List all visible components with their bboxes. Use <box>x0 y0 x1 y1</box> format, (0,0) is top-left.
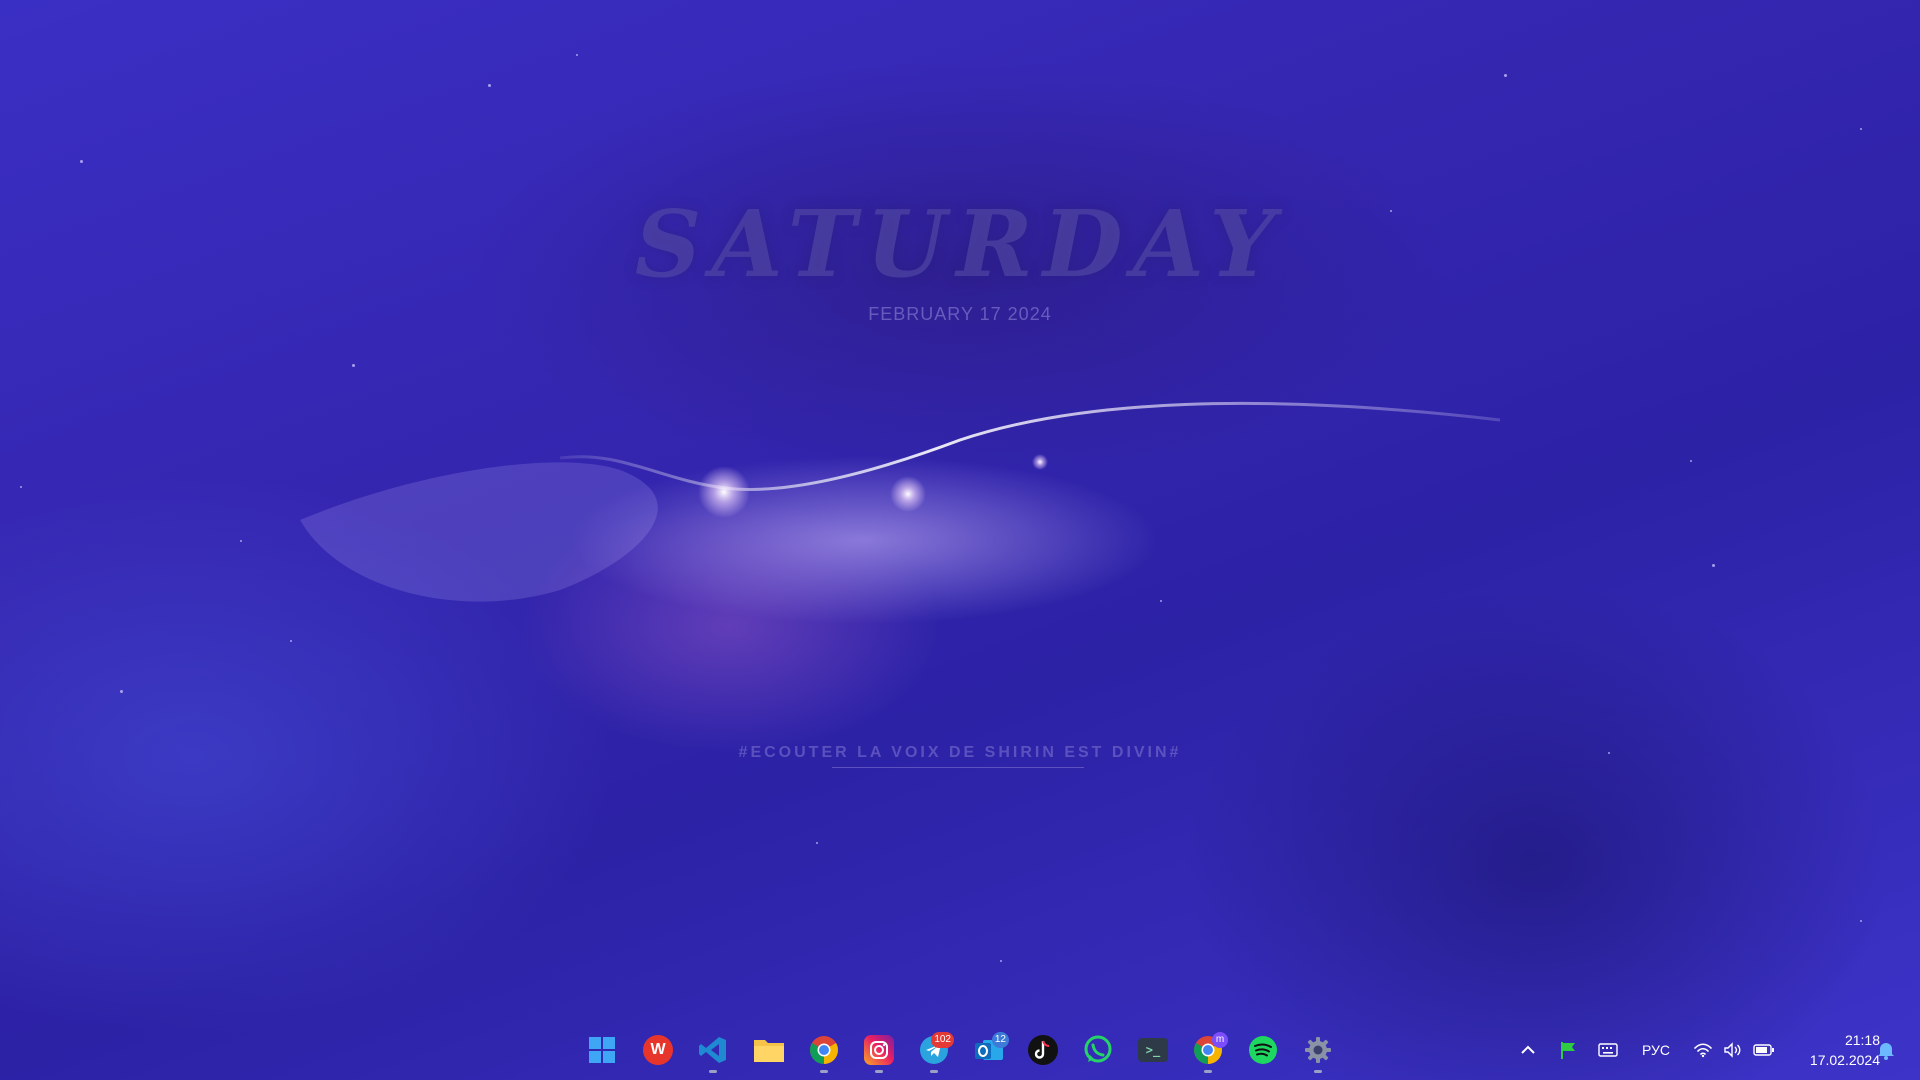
tray-overflow-button[interactable] <box>1516 1030 1540 1070</box>
widget-day-of-week: SATURDAY <box>634 190 1286 298</box>
widget-quote: #ECOUTER LA VOIX DE SHIRIN EST DIVIN# <box>738 744 1182 761</box>
windows-start-icon <box>589 1037 615 1063</box>
wps-office-icon: W <box>643 1035 673 1065</box>
taskbar-app-instagram[interactable] <box>859 1030 899 1073</box>
language-indicator: РУС <box>1641 1042 1671 1058</box>
taskbar-app-telegram[interactable]: 102 <box>914 1030 954 1073</box>
flag-icon <box>1561 1042 1575 1059</box>
tray-keyboard[interactable] <box>1594 1030 1622 1070</box>
vscode-icon <box>699 1037 726 1063</box>
tray-clock[interactable]: 21:18 17.02.2024 <box>1770 1030 1880 1070</box>
bell-icon <box>1878 1043 1894 1060</box>
taskbar-app-vscode[interactable] <box>693 1030 733 1073</box>
taskbar-app-settings[interactable] <box>1298 1030 1338 1073</box>
tiktok-icon <box>1028 1035 1058 1065</box>
taskbar-app-outlook[interactable]: 12 <box>969 1030 1009 1070</box>
taskbar-app-terminal[interactable]: >_ <box>1133 1030 1173 1070</box>
tray-flag-app[interactable] <box>1554 1030 1582 1070</box>
chevron-up-icon <box>1521 1045 1535 1054</box>
chrome-profile-badge: m <box>1212 1032 1228 1048</box>
taskbar: W 102 12 >_ m РУС 21:18 17.02.2024 <box>0 1016 1920 1080</box>
clock-time: 21:18 <box>1844 1032 1880 1048</box>
chrome-icon <box>810 1036 838 1064</box>
folder-icon <box>754 1040 784 1062</box>
keyboard-icon <box>1598 1043 1618 1057</box>
widget-date: FEBRUARY 17 2024 <box>868 304 1052 324</box>
gear-icon <box>1305 1037 1331 1063</box>
instagram-icon <box>864 1035 894 1065</box>
spotify-icon <box>1249 1036 1277 1064</box>
whatsapp-icon <box>1084 1035 1112 1063</box>
taskbar-app-wps-office[interactable]: W <box>638 1030 678 1070</box>
quote-underline <box>832 767 1084 768</box>
outlook-badge: 12 <box>991 1032 1009 1048</box>
taskbar-app-spotify[interactable] <box>1243 1030 1283 1070</box>
taskbar-app-chrome[interactable] <box>804 1030 844 1073</box>
volume-icon <box>1724 1042 1741 1058</box>
wallpaper-light-streak <box>300 401 1501 602</box>
tray-quick-settings[interactable] <box>1688 1030 1780 1070</box>
tray-language[interactable]: РУС <box>1634 1030 1678 1070</box>
taskbar-app-chrome-profile[interactable]: m <box>1188 1030 1228 1073</box>
notifications-button[interactable] <box>1872 1030 1900 1070</box>
start-button[interactable] <box>582 1030 622 1070</box>
taskbar-app-file-explorer[interactable] <box>749 1030 789 1070</box>
wifi-icon <box>1694 1043 1712 1058</box>
telegram-badge: 102 <box>931 1032 954 1048</box>
taskbar-app-tiktok[interactable] <box>1023 1030 1063 1070</box>
terminal-icon: >_ <box>1138 1038 1168 1062</box>
clock-date: 17.02.2024 <box>1809 1052 1880 1068</box>
taskbar-app-whatsapp[interactable] <box>1078 1030 1118 1070</box>
